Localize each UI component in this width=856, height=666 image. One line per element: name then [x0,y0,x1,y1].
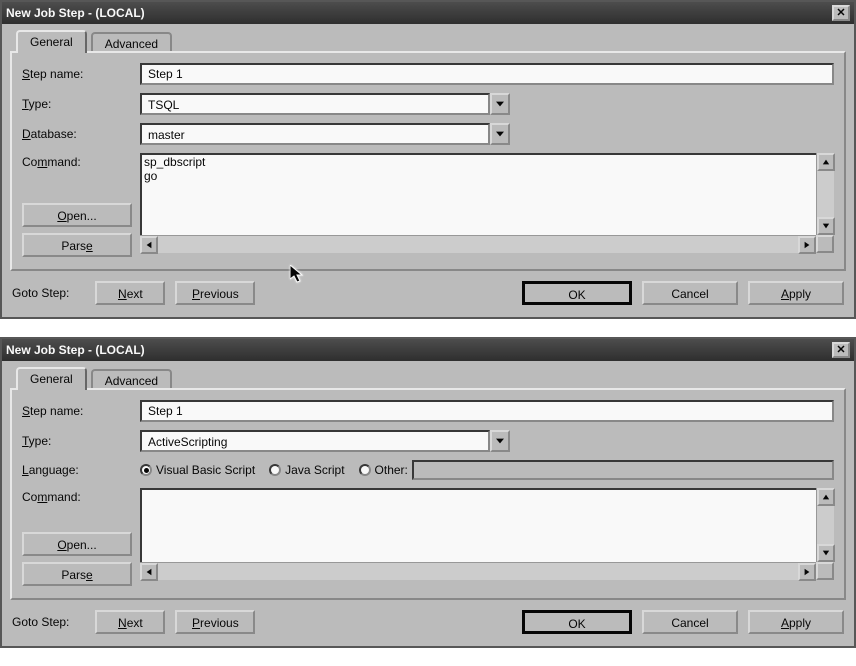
step-name-input[interactable] [140,400,834,422]
tab-general-label: General [30,35,73,49]
command-label: Command: [22,155,132,169]
dialog-new-job-step-1: New Job Step - (LOCAL) ✕ General Advance… [0,0,856,319]
scroll-left-icon[interactable] [140,563,158,581]
previous-button[interactable]: Previous [175,610,255,634]
close-icon[interactable]: ✕ [832,5,850,21]
scroll-up-icon[interactable] [817,488,835,506]
dropdown-icon[interactable] [490,430,510,452]
tabstrip: General Advanced [10,30,846,53]
scroll-left-icon[interactable] [140,236,158,254]
command-textarea[interactable] [140,488,834,580]
tab-panel-general: Step name: Type: TSQL Database: [10,51,846,271]
type-label: Type: [22,434,132,448]
radio-other[interactable]: Other: [359,460,834,480]
tab-panel-general: Step name: Type: ActiveScripting Languag… [10,388,846,600]
title-text: New Job Step - (LOCAL) [6,343,832,357]
radio-vbs[interactable]: Visual Basic Script [140,463,255,477]
scrollbar-vertical[interactable] [816,488,834,562]
scroll-down-icon[interactable] [817,217,835,235]
language-label: Language: [22,463,132,477]
radio-icon[interactable] [269,464,281,476]
scroll-track[interactable] [817,171,834,217]
scroll-down-icon[interactable] [817,544,835,562]
scroll-right-icon[interactable] [798,236,816,254]
open-button[interactable]: Open... [22,203,132,227]
tab-advanced-label: Advanced [105,374,158,388]
type-combo[interactable]: TSQL [140,93,510,115]
tabstrip: General Advanced [10,367,846,390]
title-text: New Job Step - (LOCAL) [6,6,832,20]
apply-button[interactable]: Apply [748,610,844,634]
scrollbar-vertical[interactable] [816,153,834,235]
goto-step-label: Goto Step: [12,615,69,629]
scroll-corner [816,235,834,253]
tab-general[interactable]: General [16,367,87,390]
step-name-input[interactable] [140,63,834,85]
apply-button[interactable]: Apply [748,281,844,305]
scroll-track[interactable] [817,506,834,544]
radio-icon[interactable] [140,464,152,476]
command-label: Command: [22,490,132,504]
scrollbar-horizontal[interactable] [140,235,816,253]
database-combo[interactable]: master [140,123,510,145]
type-combo-value[interactable]: TSQL [140,93,490,115]
dialog-footer: Goto Step: Next Previous OK Cancel Apply [10,271,846,309]
command-textarea[interactable]: sp_dbscript go [140,153,834,253]
dialog-footer: Goto Step: Next Previous OK Cancel Apply [10,600,846,638]
ok-button[interactable]: OK [522,610,632,634]
previous-button[interactable]: Previous [175,281,255,305]
scroll-corner [816,562,834,580]
other-language-input[interactable] [412,460,834,480]
radio-icon[interactable] [359,464,371,476]
next-button[interactable]: Next [95,281,165,305]
close-icon[interactable]: ✕ [832,342,850,358]
ok-button[interactable]: OK [522,281,632,305]
tab-general-label: General [30,372,73,386]
scroll-right-icon[interactable] [798,563,816,581]
radio-js[interactable]: Java Script [269,463,344,477]
parse-button[interactable]: Parse [22,562,132,586]
database-label: Database: [22,127,132,141]
database-combo-value[interactable]: master [140,123,490,145]
cancel-button[interactable]: Cancel [642,281,738,305]
scroll-track[interactable] [158,236,798,253]
step-name-label: Step name: [22,404,132,418]
titlebar[interactable]: New Job Step - (LOCAL) ✕ [2,339,854,361]
language-radio-group: Visual Basic Script Java Script Other: [140,460,834,480]
step-name-label: Step name: [22,67,132,81]
type-combo-value[interactable]: ActiveScripting [140,430,490,452]
titlebar[interactable]: New Job Step - (LOCAL) ✕ [2,2,854,24]
goto-step-label: Goto Step: [12,286,69,300]
scroll-track[interactable] [158,563,798,580]
type-combo[interactable]: ActiveScripting [140,430,510,452]
parse-button[interactable]: Parse [22,233,132,257]
command-text[interactable]: sp_dbscript go [144,155,205,183]
tab-general[interactable]: General [16,30,87,53]
type-label: Type: [22,97,132,111]
next-button[interactable]: Next [95,610,165,634]
tab-advanced-label: Advanced [105,37,158,51]
cancel-button[interactable]: Cancel [642,610,738,634]
dialog-new-job-step-2: New Job Step - (LOCAL) ✕ General Advance… [0,337,856,648]
dropdown-icon[interactable] [490,123,510,145]
dropdown-icon[interactable] [490,93,510,115]
client-area: General Advanced Step name: Type: Active… [2,361,854,646]
scrollbar-horizontal[interactable] [140,562,816,580]
open-button[interactable]: Open... [22,532,132,556]
client-area: General Advanced Step name: Type: TSQL [2,24,854,317]
scroll-up-icon[interactable] [817,153,835,171]
